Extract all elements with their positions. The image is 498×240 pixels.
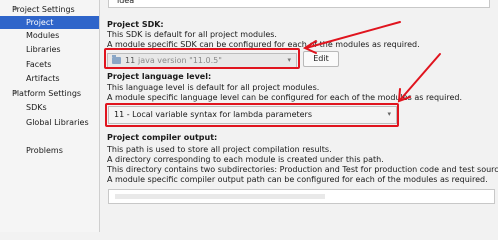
chevron-down-icon: ▾: [14, 89, 18, 97]
annotation-arrows: [302, 21, 441, 103]
sidebar-section-project-settings[interactable]: ▾ Project Settings: [0, 3, 99, 16]
sidebar-item-libraries[interactable]: Libraries: [0, 43, 99, 56]
arrow-to-sdk: [305, 21, 401, 49]
sidebar-section-platform-settings[interactable]: ▾ Platform Settings: [0, 87, 99, 100]
settings-sidebar: ▾ Project Settings Project Modules Libra…: [0, 0, 100, 232]
sidebar-item-project[interactable]: Project: [0, 16, 99, 29]
sidebar-item-facets[interactable]: Facets: [0, 58, 99, 71]
sidebar-item-artifacts[interactable]: Artifacts: [0, 72, 99, 85]
sidebar-item-sdks[interactable]: SDKs: [0, 101, 99, 114]
project-settings-panel: idea Project SDK: This SDK is default fo…: [100, 0, 498, 232]
chevron-down-icon: ▾: [14, 5, 18, 13]
arrow-to-language-level: [399, 53, 441, 101]
sidebar-item-modules[interactable]: Modules: [0, 29, 99, 42]
sidebar-item-problems[interactable]: Problems: [0, 144, 99, 157]
sidebar-item-global-libraries[interactable]: Global Libraries: [0, 116, 99, 129]
